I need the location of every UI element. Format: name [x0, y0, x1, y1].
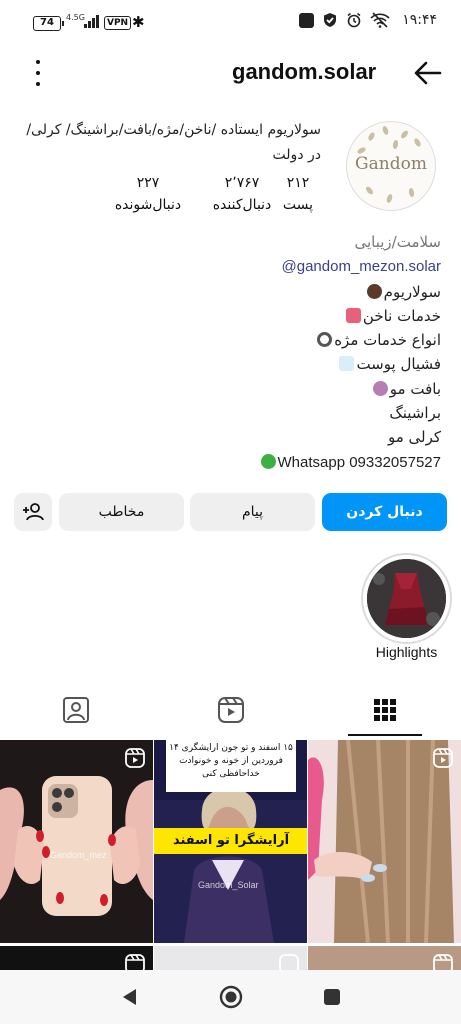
- avatar[interactable]: Gandom: [346, 121, 436, 211]
- face-emoji-icon: [339, 356, 355, 372]
- system-navigation-bar: [0, 970, 461, 1024]
- profile-category: سلامت/زیبایی: [354, 233, 441, 251]
- active-tab-indicator: [348, 734, 422, 736]
- bio-line: کرلی مو: [387, 428, 441, 447]
- highlight-dress-image: [367, 559, 446, 638]
- signal-icon: [84, 15, 99, 28]
- follow-button[interactable]: دنبال کردن: [322, 493, 447, 531]
- status-right: ۱۹:۴۴: [299, 12, 437, 28]
- reels-tab-icon[interactable]: [211, 692, 251, 730]
- add-person-icon: [23, 503, 44, 521]
- stat-following[interactable]: ۲۲۷ دنبال‌شونده: [88, 172, 208, 216]
- post-watermark: Gandom_mez: [50, 850, 107, 860]
- more-options-icon[interactable]: [26, 60, 50, 86]
- status-bar: 74 4.5G VPN ✱ ۱۹:۴۴: [0, 0, 461, 46]
- bio-line: سولاریوم: [21, 280, 441, 304]
- profile-username: gandom.solar: [232, 59, 377, 84]
- post-title-banner: آرایشگرا تو اسفند: [154, 828, 307, 854]
- battery-indicator: 74: [33, 16, 64, 31]
- profile-link[interactable]: @gandom_mezon.solar: [282, 258, 441, 275]
- reel-indicator-icon: [125, 748, 145, 768]
- profile-bio: سلامت/زیبایی @gandom_mezon.solar سولاریو…: [21, 230, 441, 475]
- suggest-users-button[interactable]: [14, 493, 52, 531]
- profile-header: gandom.solar: [0, 48, 461, 98]
- back-arrow-icon[interactable]: [414, 60, 442, 86]
- nav-recents-icon[interactable]: [323, 988, 341, 1006]
- post-image-hair: [308, 740, 461, 943]
- avatar-logo-text: Gandom: [355, 154, 427, 174]
- post-thumbnail[interactable]: [0, 946, 153, 972]
- grid-tab-icon[interactable]: [365, 692, 405, 730]
- whatsapp-number[interactable]: Whatsapp 09332057527: [278, 454, 441, 471]
- reel-indicator-icon: [433, 748, 453, 768]
- woman-emoji-icon: [366, 283, 382, 299]
- post-watermark: Gandom_Solar: [198, 880, 259, 890]
- nail-polish-emoji-icon: [345, 307, 361, 323]
- message-button[interactable]: پیام: [190, 493, 315, 531]
- vpn-badge: VPN: [104, 16, 132, 30]
- bluetooth-icon: ✱: [132, 13, 145, 31]
- stat-following-value: ۲۲۷: [136, 175, 160, 191]
- post-thumbnail[interactable]: [308, 946, 461, 972]
- bio-line: فشیال پوست: [21, 352, 441, 376]
- post-thumbnail[interactable]: [154, 946, 307, 972]
- profile-full-name: سولاریوم ایستاده /ناخن/مژه/بافت/براشینگ/…: [26, 122, 321, 163]
- clock: ۱۹:۴۴: [402, 12, 437, 28]
- contact-button[interactable]: مخاطب: [59, 493, 184, 531]
- tagged-tab-icon[interactable]: [56, 692, 96, 730]
- bio-line: براشینگ: [389, 404, 441, 423]
- post-thumbnail[interactable]: Gandom_mez: [0, 740, 153, 943]
- bio-line: Whatsapp 09332057527: [21, 450, 441, 475]
- nav-back-icon[interactable]: [120, 987, 138, 1007]
- bio-line: خدمات ناخن: [21, 304, 441, 328]
- app-notification-icon: [299, 12, 315, 28]
- nav-home-icon[interactable]: [219, 985, 243, 1009]
- bio-line: انواع خدمات مژه: [21, 328, 441, 352]
- eye-emoji-icon: [317, 332, 333, 348]
- green-circle-emoji-icon: [260, 453, 276, 469]
- stat-following-label: دنبال‌شونده: [114, 197, 182, 213]
- post-thumbnail[interactable]: [308, 740, 461, 943]
- bio-line: بافت مو: [21, 377, 441, 401]
- network-type: 4.5G: [66, 13, 85, 22]
- highlight-thumbnail[interactable]: [367, 559, 446, 638]
- post-caption-text: ۱۵ اسفند و تو جون ارایشگری ۱۴ فروردین از…: [166, 740, 296, 792]
- woman-hair-emoji-icon: [372, 380, 388, 396]
- wifi-off-icon: [370, 12, 390, 28]
- shield-check-icon: [324, 13, 337, 27]
- alarm-icon: [347, 12, 361, 28]
- post-thumbnail[interactable]: ۱۵ اسفند و تو جون ارایشگری ۱۴ فروردین از…: [154, 740, 307, 943]
- highlight-label: Highlights: [375, 644, 438, 660]
- post-image-hands-phone: [0, 740, 153, 943]
